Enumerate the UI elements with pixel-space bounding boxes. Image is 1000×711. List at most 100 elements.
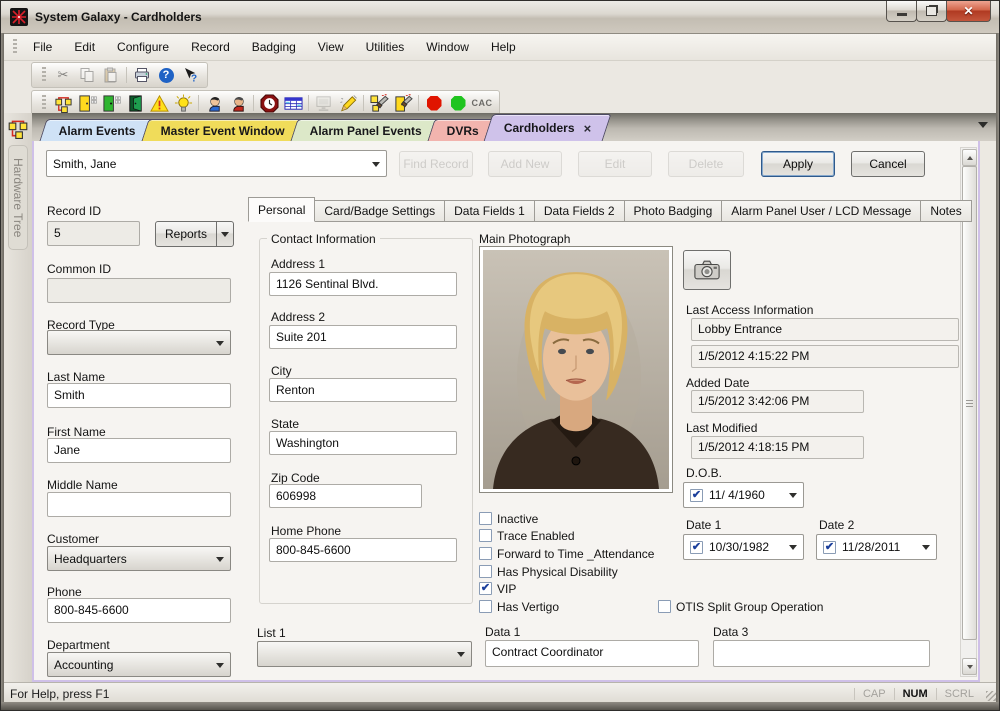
disability-checkbox[interactable] xyxy=(479,565,492,578)
restore-button[interactable] xyxy=(916,1,947,22)
chevron-down-icon xyxy=(967,665,973,672)
tab-alarm-panel-events[interactable]: Alarm Panel Events xyxy=(290,119,441,141)
alarm-warning-icon[interactable] xyxy=(147,93,171,114)
last-access-label: Last Access Information xyxy=(686,303,813,317)
otis-split-checkbox[interactable] xyxy=(658,600,671,613)
cardholder-icon[interactable] xyxy=(226,93,250,114)
resize-grip[interactable] xyxy=(986,691,996,701)
scrollbar-thumb[interactable] xyxy=(962,166,977,640)
forward-time-checkbox[interactable] xyxy=(479,547,492,560)
department-select[interactable]: Accounting xyxy=(47,652,231,677)
edit-button[interactable]: Edit xyxy=(578,151,652,177)
phone-label: Phone xyxy=(47,585,82,599)
last-name-field[interactable]: Smith xyxy=(47,383,231,408)
menu-edit[interactable]: Edit xyxy=(63,36,106,58)
menu-file[interactable]: File xyxy=(22,36,63,58)
door-status-yellow-icon[interactable] xyxy=(75,93,99,114)
copy-icon[interactable] xyxy=(75,65,99,86)
date2-checkbox[interactable]: ✔ xyxy=(823,541,836,554)
stop-red-icon[interactable] xyxy=(422,93,446,114)
has-vertigo-label: Has Vertigo xyxy=(497,600,559,614)
find-record-button[interactable]: Find Record xyxy=(399,151,473,177)
hardware-tree-icon[interactable] xyxy=(7,117,29,139)
tab-personal[interactable]: Personal xyxy=(248,197,315,222)
dob-checkbox[interactable]: ✔ xyxy=(690,489,703,502)
add-new-button[interactable]: Add New xyxy=(488,151,562,177)
tab-notes[interactable]: Notes xyxy=(920,200,971,222)
tab-data-fields-1[interactable]: Data Fields 1 xyxy=(444,200,535,222)
record-type-select[interactable] xyxy=(47,330,231,355)
menu-badging[interactable]: Badging xyxy=(241,36,307,58)
menu-record[interactable]: Record xyxy=(180,36,241,58)
home-phone-field[interactable]: 800-845-6600 xyxy=(269,538,457,562)
tab-card-badge-settings[interactable]: Card/Badge Settings xyxy=(314,200,445,222)
tab-alarm-panel-user[interactable]: Alarm Panel User / LCD Message xyxy=(721,200,921,222)
menu-window[interactable]: Window xyxy=(415,36,480,58)
tab-list-button[interactable] xyxy=(978,122,988,133)
date1-picker[interactable]: ✔ 10/30/1982 xyxy=(683,534,804,560)
cardholder-selector[interactable]: Smith, Jane xyxy=(46,150,387,177)
capture-photo-button[interactable] xyxy=(683,250,731,290)
middle-name-field[interactable] xyxy=(47,492,231,517)
dob-picker[interactable]: ✔ 11/ 4/1960 xyxy=(683,482,804,508)
cut-icon[interactable]: ✂ xyxy=(51,65,75,86)
menu-utilities[interactable]: Utilities xyxy=(355,36,416,58)
minimize-button[interactable] xyxy=(886,1,917,22)
first-name-field[interactable]: Jane xyxy=(47,438,231,463)
apply-button[interactable]: Apply xyxy=(761,151,835,177)
menu-view[interactable]: View xyxy=(307,36,355,58)
vertical-scrollbar[interactable] xyxy=(960,147,977,677)
workstation-icon[interactable] xyxy=(312,93,336,114)
address1-field[interactable]: 1126 Sentinal Blvd. xyxy=(269,272,457,296)
phone-field[interactable]: 800-845-6600 xyxy=(47,598,231,623)
event-grid-icon[interactable] xyxy=(281,93,305,114)
delete-button[interactable]: Delete xyxy=(668,151,744,177)
address2-field[interactable]: Suite 201 xyxy=(269,325,457,349)
state-field[interactable]: Washington xyxy=(269,431,457,455)
chevron-down-icon xyxy=(789,545,797,550)
data3-field[interactable] xyxy=(713,640,930,667)
tab-data-fields-2[interactable]: Data Fields 2 xyxy=(534,200,625,222)
tab-photo-badging[interactable]: Photo Badging xyxy=(624,200,723,222)
inactive-checkbox[interactable] xyxy=(479,512,492,525)
vip-checkbox[interactable]: ✔ xyxy=(479,582,492,595)
data1-field[interactable]: Contract Coordinator xyxy=(485,640,699,667)
time-schedule-icon[interactable] xyxy=(257,93,281,114)
close-button[interactable]: ✕ xyxy=(946,1,991,22)
tab-close-icon[interactable]: × xyxy=(583,121,591,136)
city-field[interactable]: Renton xyxy=(269,378,457,402)
customer-select[interactable]: Headquarters xyxy=(47,546,231,571)
door-exit-icon[interactable] xyxy=(123,93,147,114)
door-edit-icon[interactable] xyxy=(391,93,415,114)
date2-picker[interactable]: ✔ 11/28/2011 xyxy=(816,534,937,560)
badge-wand-icon[interactable] xyxy=(336,93,360,114)
print-icon[interactable] xyxy=(130,65,154,86)
list1-select[interactable] xyxy=(257,641,472,667)
menu-help[interactable]: Help xyxy=(480,36,527,58)
context-help-icon[interactable]: ? xyxy=(178,65,202,86)
cancel-button[interactable]: Cancel xyxy=(851,151,925,177)
date1-checkbox[interactable]: ✔ xyxy=(690,541,703,554)
hardware-tree-tab[interactable]: Hardware Tree xyxy=(8,145,28,250)
start-green-icon[interactable] xyxy=(446,93,470,114)
trace-enabled-checkbox[interactable] xyxy=(479,529,492,542)
paste-icon[interactable] xyxy=(99,65,123,86)
scroll-down-button[interactable] xyxy=(962,658,977,675)
alert-bulb-icon[interactable] xyxy=(171,93,195,114)
tab-master-event-window[interactable]: Master Event Window xyxy=(141,119,304,141)
tab-alarm-events[interactable]: Alarm Events xyxy=(39,119,155,141)
cac-icon[interactable]: CAC xyxy=(470,93,494,114)
has-vertigo-checkbox[interactable] xyxy=(479,600,492,613)
hardware-edit-icon[interactable] xyxy=(367,93,391,114)
tab-cardholders[interactable]: Cardholders× xyxy=(483,114,611,141)
operator-icon[interactable] xyxy=(202,93,226,114)
menu-configure[interactable]: Configure xyxy=(106,36,180,58)
zip-code-field[interactable]: 606998 xyxy=(269,484,422,508)
scroll-up-button[interactable] xyxy=(962,149,977,166)
reports-menu-button[interactable] xyxy=(216,221,234,247)
help-icon[interactable]: ? xyxy=(154,65,178,86)
customer-label: Customer xyxy=(47,532,99,546)
door-status-green-icon[interactable] xyxy=(99,93,123,114)
reports-button[interactable]: Reports xyxy=(155,221,217,247)
hardware-tree-icon[interactable] xyxy=(51,93,75,114)
